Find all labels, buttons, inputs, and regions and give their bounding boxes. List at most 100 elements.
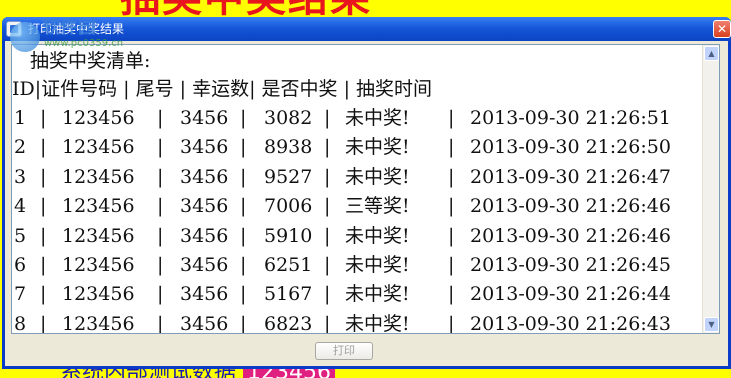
list-cell-id: 8	[14, 312, 27, 333]
list-cell-sep5: |	[448, 283, 455, 306]
list-cell-cert: 123456	[62, 254, 135, 276]
list-cell-sep3: |	[240, 165, 247, 188]
list-item[interactable]: 3 | 123456 | 3456 | 9527 | 未中奖! | 2013-09-30 21:26…	[12, 163, 702, 191]
list-cell-sep4: |	[324, 107, 331, 129]
background-headline: 抽奖中奖结果	[120, 0, 640, 18]
print-button[interactable]: 打印	[315, 342, 373, 360]
list-cell-sep1: |	[40, 136, 47, 159]
list-cell-tail: 3456	[180, 283, 229, 306]
list-cell-sep5: |	[448, 195, 455, 218]
list-cell-id: 1	[14, 107, 27, 129]
list-item[interactable]: 6 | 123456 | 3456 | 6251 | 未中奖! | 2013-09-30 21:26…	[12, 251, 702, 279]
list-cell-time: 2013-09-30 21:26:47	[470, 165, 671, 188]
list-cell-id: 6	[14, 254, 27, 276]
list-cell-lucky: 6251	[264, 254, 313, 276]
scroll-up-arrow-icon[interactable]: ▲	[704, 46, 719, 61]
list-cell-id: 3	[14, 165, 27, 188]
list-cell-sep4: |	[324, 254, 331, 276]
list-cell-sep2: |	[157, 312, 164, 333]
list-item[interactable]: 4 | 123456 | 3456 | 7006 | 三等奖! | 2013-09-30 21:26…	[12, 192, 702, 220]
list-cell-sep1: |	[40, 312, 47, 333]
list-cell-sep2: |	[157, 283, 164, 306]
list-cell-lucky: 9527	[264, 165, 313, 188]
list-cell-sep4: |	[324, 312, 331, 333]
list-cell-status: 未中奖!	[345, 312, 410, 333]
list-cell-status: 未中奖!	[345, 107, 410, 129]
vertical-scrollbar[interactable]: ▲ ▼	[702, 45, 719, 333]
list-cell-status: 未中奖!	[345, 254, 410, 276]
list-cell-cert: 123456	[62, 224, 135, 247]
list-cell-sep5: |	[448, 224, 455, 247]
list-cell-status: 三等奖!	[345, 195, 410, 218]
list-cell-lucky: 5167	[264, 283, 313, 306]
list-cell-sep2: |	[157, 195, 164, 218]
list-cell-tail: 3456	[180, 136, 229, 159]
list-cell-sep1: |	[40, 283, 47, 306]
list-cell-id: 4	[14, 195, 27, 218]
list-cell-sep2: |	[157, 165, 164, 188]
list-cell-cert: 123456	[62, 312, 135, 333]
list-cell-tail: 3456	[180, 165, 229, 188]
list-cell-cert: 123456	[62, 283, 135, 306]
result-dialog: 打印抽奖中奖结果 ✕ 抽奖中奖清单: ID|证件号码 | 尾号 | 幸运数| 是…	[2, 17, 731, 369]
list-cell-tail: 3456	[180, 312, 229, 333]
list-cell-sep3: |	[240, 254, 247, 276]
list-cell-sep3: |	[240, 195, 247, 218]
list-cell-sep1: |	[40, 165, 47, 188]
list-cell-sep5: |	[448, 312, 455, 333]
list-cell-sep1: |	[40, 195, 47, 218]
list-cell-cert: 123456	[62, 195, 135, 218]
list-cell-id: 2	[14, 136, 27, 159]
list-cell-lucky: 8938	[264, 136, 313, 159]
list-cell-status: 未中奖!	[345, 136, 410, 159]
list-cell-time: 2013-09-30 21:26:44	[470, 283, 671, 306]
list-cell-sep2: |	[157, 136, 164, 159]
list-cell-tail: 3456	[180, 195, 229, 218]
list-cell-sep1: |	[40, 107, 47, 129]
close-button[interactable]: ✕	[713, 20, 731, 38]
list-cell-lucky: 6823	[264, 312, 313, 333]
results-listbox[interactable]: 抽奖中奖清单: ID|证件号码 | 尾号 | 幸运数| 是否中奖 | 抽奖时间 …	[11, 44, 720, 334]
list-item[interactable]: 5 | 123456 | 3456 | 5910 | 未中奖! | 2013-09-30 21:26…	[12, 222, 702, 250]
list-cell-sep4: |	[324, 283, 331, 306]
list-cell-sep2: |	[157, 254, 164, 276]
list-heading: 抽奖中奖清单:	[30, 50, 151, 72]
list-cell-status: 未中奖!	[345, 165, 410, 188]
list-cell-sep3: |	[240, 312, 247, 333]
list-cell-tail: 3456	[180, 224, 229, 247]
list-cell-sep3: |	[240, 224, 247, 247]
list-cell-time: 2013-09-30 21:26:46	[470, 224, 671, 247]
results-list-content: 抽奖中奖清单: ID|证件号码 | 尾号 | 幸运数| 是否中奖 | 抽奖时间 …	[12, 45, 702, 333]
scroll-down-arrow-icon[interactable]: ▼	[704, 317, 719, 332]
list-cell-cert: 123456	[62, 165, 135, 188]
list-cell-sep5: |	[448, 136, 455, 159]
list-cell-id: 5	[14, 224, 27, 247]
list-cell-tail: 3456	[180, 107, 229, 129]
column-header-line: ID|证件号码 | 尾号 | 幸运数| 是否中奖 | 抽奖时间	[12, 78, 433, 100]
list-item[interactable]: 8 | 123456 | 3456 | 6823 | 未中奖! | 2013-09-30 21:26…	[12, 310, 702, 333]
list-cell-cert: 123456	[62, 107, 135, 129]
list-cell-time: 2013-09-30 21:26:43	[470, 312, 671, 333]
list-cell-time: 2013-09-30 21:26:51	[470, 107, 671, 129]
list-cell-sep1: |	[40, 254, 47, 276]
list-cell-sep3: |	[240, 107, 247, 129]
list-cell-sep4: |	[324, 165, 331, 188]
list-item[interactable]: 1 | 123456 | 3456 | 3082 | 未中奖! | 2013-09-30 21:26…	[12, 104, 702, 132]
list-item[interactable]: 2 | 123456 | 3456 | 8938 | 未中奖! | 2013-09-30 21:26…	[12, 133, 702, 161]
window-client-area: 抽奖中奖清单: ID|证件号码 | 尾号 | 幸运数| 是否中奖 | 抽奖时间 …	[5, 41, 728, 366]
list-cell-lucky: 5910	[264, 224, 313, 247]
list-cell-time: 2013-09-30 21:26:45	[470, 254, 671, 276]
watermark-title: 软件园	[42, 17, 96, 38]
list-cell-sep3: |	[240, 136, 247, 159]
list-cell-sep4: |	[324, 195, 331, 218]
list-cell-sep1: |	[40, 224, 47, 247]
list-cell-sep2: |	[157, 224, 164, 247]
list-cell-tail: 3456	[180, 254, 229, 276]
list-cell-time: 2013-09-30 21:26:50	[470, 136, 671, 159]
list-item[interactable]: 7 | 123456 | 3456 | 5167 | 未中奖! | 2013-09-30 21:26…	[12, 280, 702, 308]
list-cell-sep5: |	[448, 107, 455, 129]
watermark-subtitle: www.pc0359.cn	[44, 38, 124, 49]
list-cell-cert: 123456	[62, 136, 135, 159]
list-cell-sep3: |	[240, 283, 247, 306]
list-cell-sep4: |	[324, 224, 331, 247]
